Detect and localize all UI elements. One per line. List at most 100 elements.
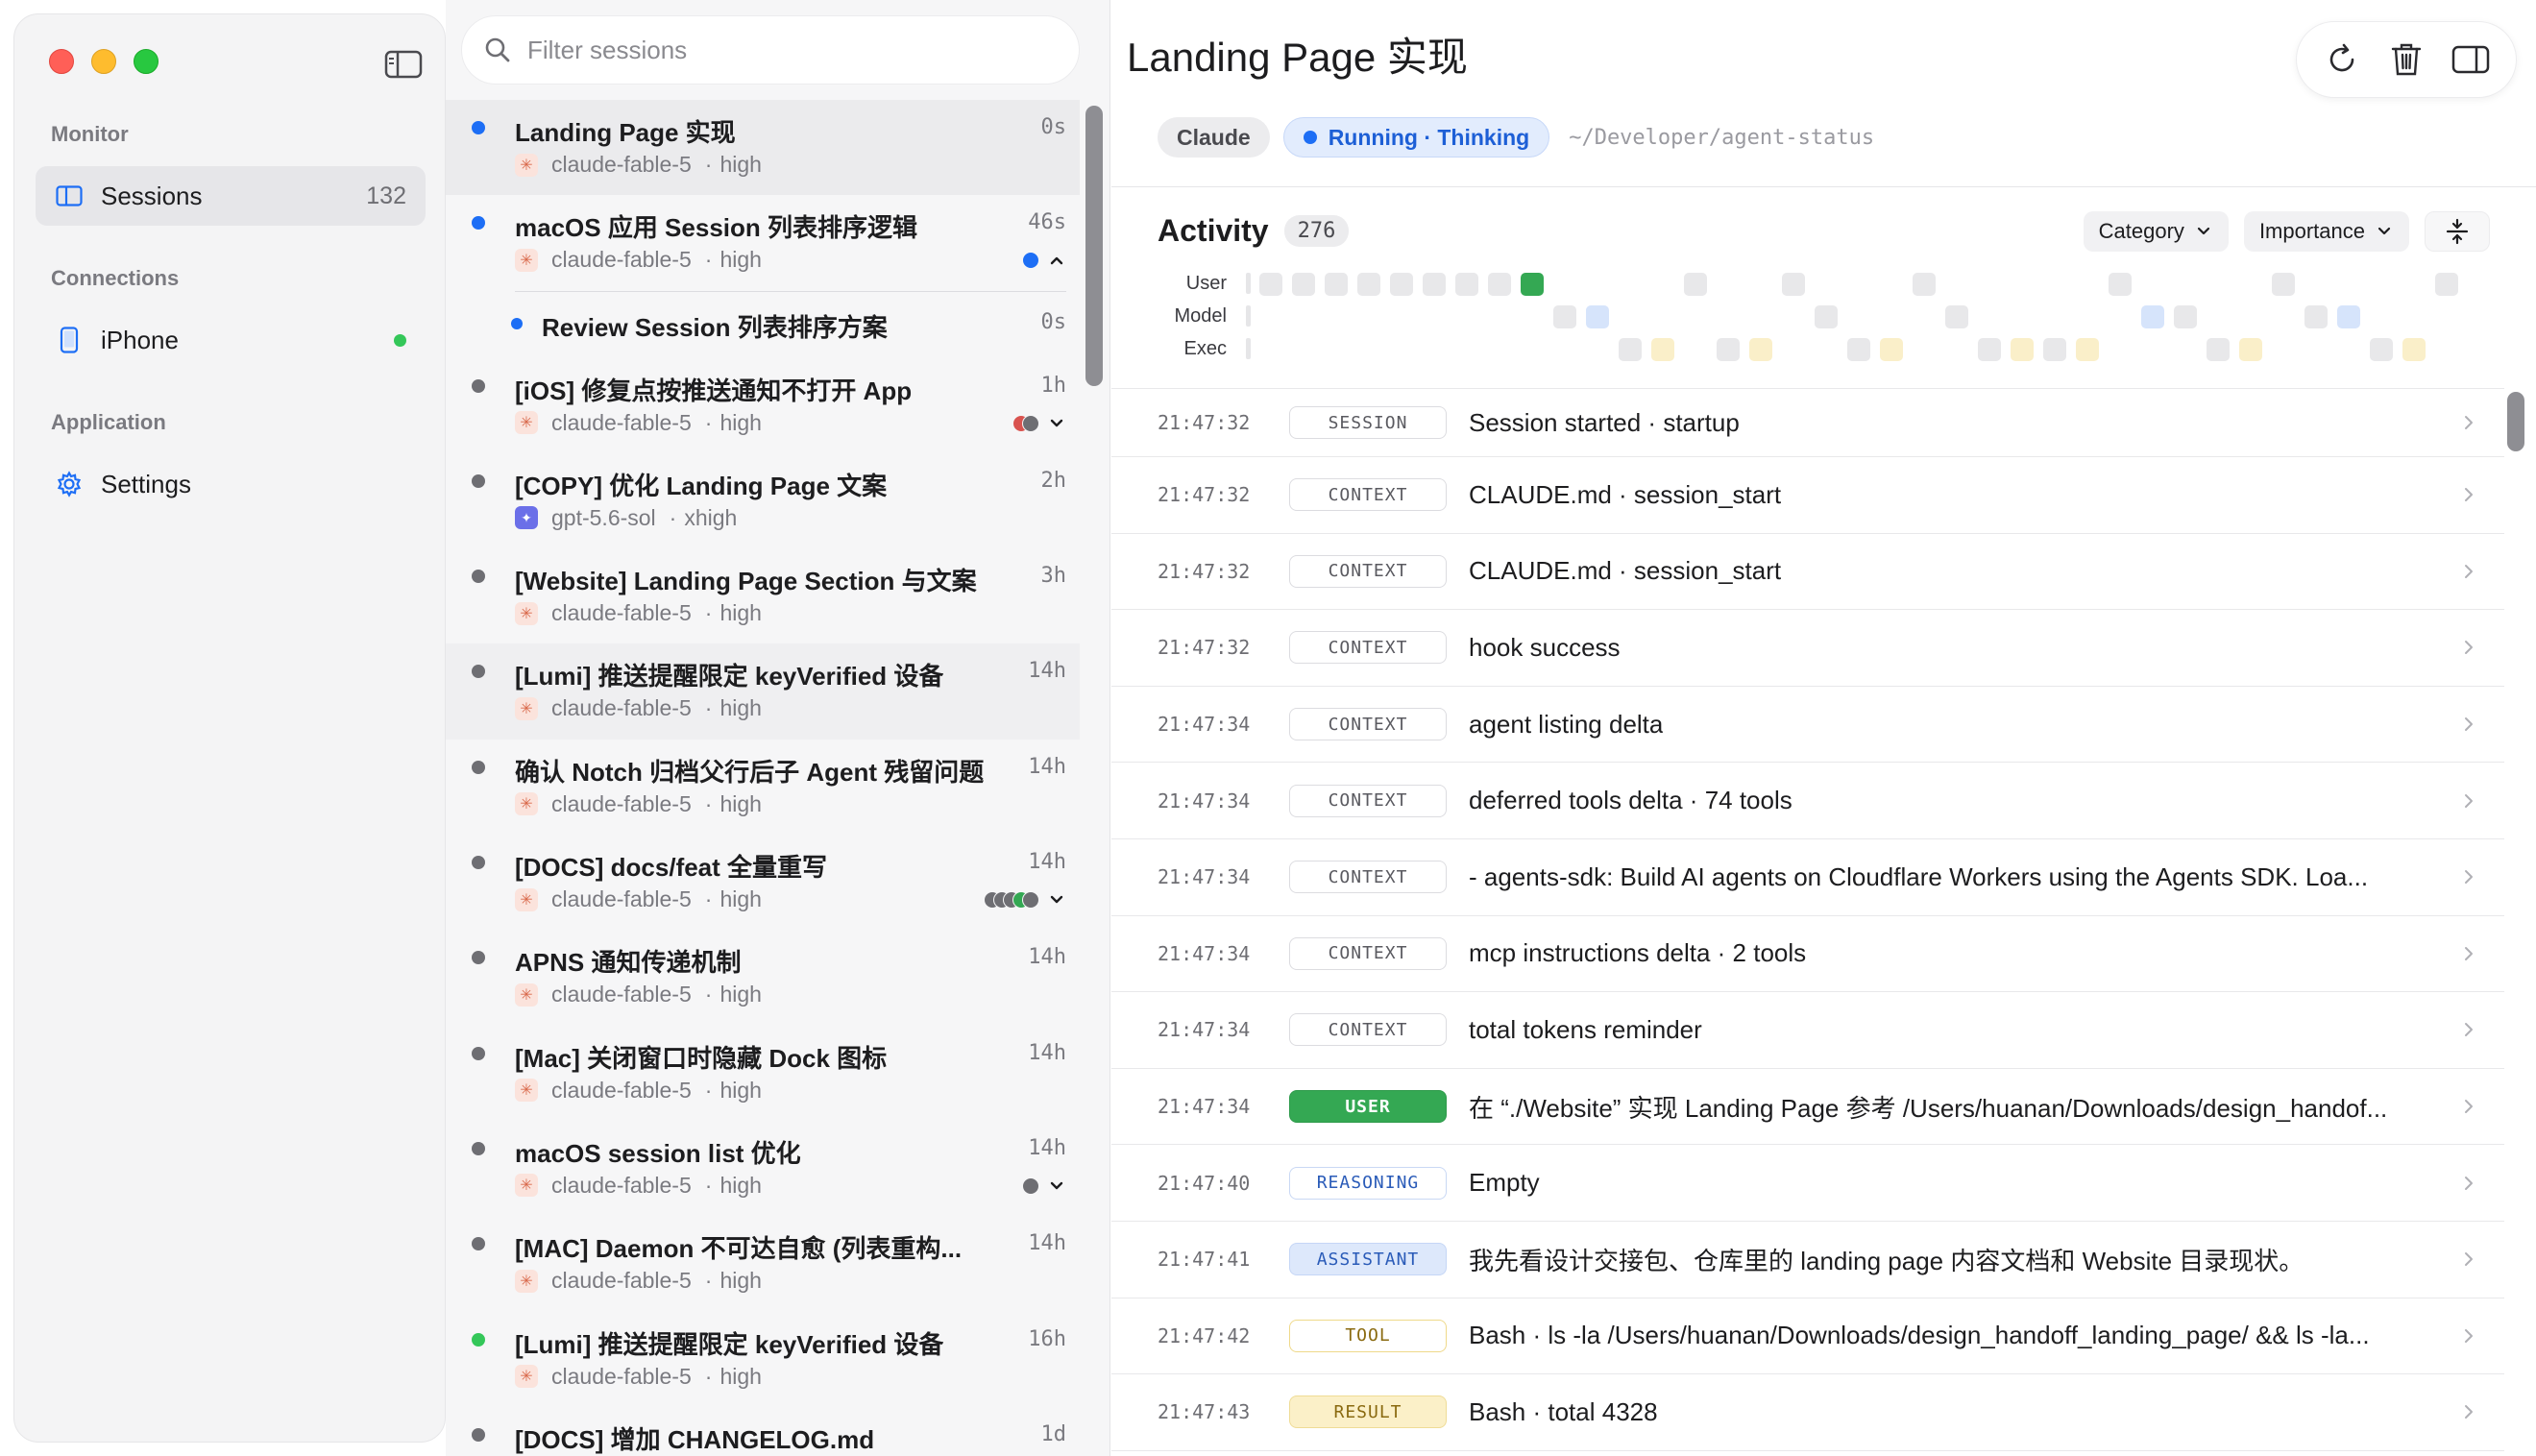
activity-cell[interactable] [1847, 338, 1870, 361]
zoom-window-button[interactable] [134, 49, 158, 74]
trash-icon[interactable] [2387, 40, 2426, 79]
activity-cell[interactable] [2043, 338, 2066, 361]
event-row[interactable]: 21:47:34 CONTEXT - agents-sdk: Build AI ag… [1111, 839, 2504, 916]
event-row[interactable]: 21:47:32 CONTEXT CLAUDE.md · session_start [1111, 534, 2504, 611]
list-scrollbar[interactable] [1085, 106, 1103, 386]
activity-cell[interactable] [2076, 338, 2099, 361]
event-row[interactable]: 21:47:34 CONTEXT total tokens reminder [1111, 992, 2504, 1069]
session-row[interactable]: [DOCS] docs/feat 全量重写 14h ✳ claude-fable-5 ·… [446, 835, 1080, 930]
sidebar-item-label: Settings [101, 469, 191, 498]
session-row[interactable]: APNS 通知传递机制 14h ✳ claude-fable-5 · high [446, 930, 1080, 1025]
event-row[interactable]: 21:47:43 RESULT Bash · total 4328 [1111, 1374, 2504, 1451]
session-row[interactable]: [Website] Landing Page Section 与文案 3h ✳ cla… [446, 548, 1080, 643]
inspector-panel-icon[interactable] [2451, 40, 2490, 79]
session-row[interactable]: [MAC] Daemon 不可达自愈 (列表重构... 14h ✳ claude-fa… [446, 1216, 1080, 1311]
activity-cell[interactable] [1619, 338, 1642, 361]
session-activity-dot [472, 378, 485, 393]
session-row[interactable]: [Lumi] 推送提醒限定 keyVerified 设备 16h ✳ claude-f… [446, 1312, 1080, 1407]
activity-cell[interactable] [2011, 338, 2034, 361]
activity-cell[interactable] [2370, 338, 2393, 361]
session-time: 0s [1040, 115, 1067, 139]
event-row[interactable]: 21:47:32 SESSION Session started · startup [1111, 388, 2504, 457]
activity-cell[interactable] [1945, 305, 1968, 328]
activity-cell[interactable] [1259, 273, 1282, 296]
close-window-button[interactable] [49, 49, 74, 74]
sidebar-item-iphone[interactable]: iPhone [36, 310, 426, 370]
compress-icon [2446, 218, 2469, 245]
session-row[interactable]: [Mac] 关闭窗口时隐藏 Dock 图标 14h ✳ claude-fable-5 ·… [446, 1026, 1080, 1121]
minimize-window-button[interactable] [91, 49, 116, 74]
collapse-lanes-button[interactable] [2425, 211, 2490, 252]
subsession-row[interactable]: Review Session 列表排序方案 0s [446, 290, 1080, 358]
activity-cell[interactable] [2304, 305, 2328, 328]
sidebar-item-settings[interactable]: Settings [36, 454, 426, 514]
importance-filter-button[interactable]: Importance [2243, 211, 2409, 252]
activity-cell[interactable] [1717, 338, 1740, 361]
activity-cell[interactable] [1292, 273, 1315, 296]
event-row[interactable]: 21:47:32 CONTEXT hook success [1111, 610, 2504, 687]
activity-cell[interactable] [1488, 273, 1511, 296]
category-filter-button[interactable]: Category [2083, 211, 2229, 252]
activity-cell[interactable] [1390, 273, 1413, 296]
activity-cell[interactable] [2141, 305, 2164, 328]
activity-cell[interactable] [2174, 305, 2197, 328]
activity-cell[interactable] [1651, 338, 1674, 361]
activity-cell[interactable] [1913, 273, 1936, 296]
activity-cell[interactable] [1815, 305, 1838, 328]
activity-cell[interactable] [2272, 273, 2295, 296]
activity-cell[interactable] [2337, 305, 2360, 328]
lane-start-marker [1246, 305, 1251, 327]
event-row[interactable]: 21:47:34 CONTEXT deferred tools delta · 74… [1111, 763, 2504, 839]
event-row[interactable]: 21:47:32 CONTEXT CLAUDE.md · session_start [1111, 457, 2504, 534]
session-row[interactable]: macOS session list 优化 14h ✳ claude-fable-5 ·… [446, 1121, 1080, 1216]
sidebar-item-sessions[interactable]: Sessions 132 [36, 166, 426, 226]
session-row[interactable]: [COPY] 优化 Landing Page 文案 2h ✦ gpt-5.6-sol ·… [446, 453, 1080, 548]
session-meta: ✳ claude-fable-5 · high [515, 247, 762, 273]
activity-cell[interactable] [1978, 338, 2001, 361]
chevron-down-icon[interactable] [1047, 414, 1066, 433]
event-row[interactable]: 21:47:34 CONTEXT agent listing delta [1111, 687, 2504, 764]
session-row[interactable]: 确认 Notch 归档父行后子 Agent 残留问题 14h ✳ claude-fab… [446, 740, 1080, 835]
activity-cell[interactable] [2109, 273, 2132, 296]
activity-cell[interactable] [2435, 273, 2458, 296]
activity-cell[interactable] [1586, 305, 1609, 328]
session-title: [Website] Landing Page Section 与文案 [515, 567, 977, 596]
session-row[interactable]: [Lumi] 推送提醒限定 keyVerified 设备 14h ✳ claude-f… [446, 643, 1080, 740]
lane-start-marker [1246, 273, 1251, 294]
event-row[interactable]: 21:47:34 USER 在 “./Website” 实现 Landing Pag… [1111, 1069, 2504, 1146]
session-row[interactable]: [DOCS] 增加 CHANGELOG.md1d✳claude-fable-5·… [446, 1407, 1080, 1456]
activity-cell[interactable] [2239, 338, 2262, 361]
activity-cell[interactable] [1325, 273, 1348, 296]
activity-cell[interactable] [1521, 273, 1544, 296]
detail-scrollbar[interactable] [2507, 392, 2524, 451]
activity-cell[interactable] [1749, 338, 1772, 361]
search-bar[interactable] [461, 15, 1080, 85]
activity-cell[interactable] [1357, 273, 1380, 296]
session-row[interactable]: macOS 应用 Session 列表排序逻辑 46s ✳ claude-fable-… [446, 195, 1080, 290]
session-row[interactable]: [iOS] 修复点按推送通知不打开 App 1h ✳ claude-fable-5 · h… [446, 358, 1080, 453]
activity-cell[interactable] [1423, 273, 1446, 296]
session-title: [iOS] 修复点按推送通知不打开 App [515, 376, 913, 405]
event-type-badge: CONTEXT [1289, 554, 1447, 588]
search-input[interactable] [527, 35, 1065, 65]
chevron-down-icon[interactable] [1047, 890, 1066, 910]
activity-cell[interactable] [1880, 338, 1903, 361]
activity-cell[interactable] [2402, 338, 2426, 361]
activity-cell[interactable] [2207, 338, 2230, 361]
sidebar-toggle-icon[interactable] [384, 49, 423, 80]
chevron-right-icon [2465, 946, 2473, 960]
event-row[interactable]: 21:47:41 ASSISTANT 我先看设计交接包、仓库里的 landing p… [1111, 1222, 2504, 1298]
chevron-up-icon[interactable] [1047, 251, 1066, 270]
session-effort: high [719, 1363, 762, 1389]
event-row[interactable]: 21:47:34 CONTEXT mcp instructions delta · … [1111, 916, 2504, 993]
refresh-icon[interactable] [2323, 40, 2361, 79]
activity-cell[interactable] [1684, 273, 1707, 296]
session-row[interactable]: Landing Page 实现 0s ✳ claude-fable-5 · high [446, 100, 1080, 196]
activity-cell[interactable] [1455, 273, 1478, 296]
chevron-down-icon[interactable] [1047, 1177, 1066, 1196]
activity-cell[interactable] [1782, 273, 1805, 296]
activity-cell[interactable] [1553, 305, 1576, 328]
subsession-divider [515, 290, 1066, 292]
event-row[interactable]: 21:47:42 TOOL Bash · ls -la /Users/huanan/… [1111, 1298, 2504, 1375]
event-row[interactable]: 21:47:40 REASONING Empty [1111, 1145, 2504, 1222]
